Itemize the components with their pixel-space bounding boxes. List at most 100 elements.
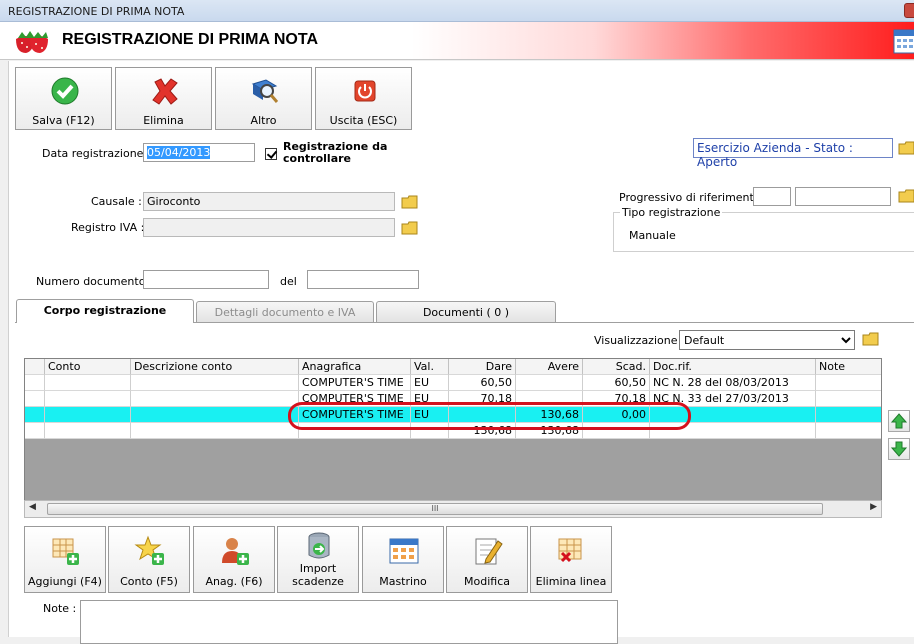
col-scad[interactable]: Scad.: [583, 359, 650, 375]
causale-folder-icon[interactable]: [400, 192, 420, 212]
causale-input[interactable]: Giroconto: [143, 192, 395, 211]
database-import-icon: [308, 532, 330, 559]
magnifier-book-icon: [251, 79, 279, 103]
cell-doc-rif[interactable]: NC N. 28 del 08/03/2013: [650, 375, 816, 391]
window-title-bar: REGISTRAZIONE DI PRIMA NOTA: [0, 0, 914, 22]
cell-note[interactable]: [816, 391, 881, 407]
cell-scad[interactable]: 70,18: [583, 391, 650, 407]
power-icon: [354, 80, 376, 102]
note-textarea[interactable]: [80, 600, 618, 644]
progressivo-label: Progressivo di riferimento :: [619, 191, 768, 204]
conto-button[interactable]: Conto (F5): [108, 526, 190, 593]
arrow-down-icon: [890, 441, 908, 457]
cell-avere[interactable]: 130,68: [516, 407, 583, 423]
edit-document-icon: [475, 538, 503, 565]
data-registrazione-input[interactable]: 05/04/2013: [143, 143, 255, 162]
registro-iva-input[interactable]: [143, 218, 395, 237]
cell-dare[interactable]: 70,18: [449, 391, 516, 407]
delete-button-label: Elimina: [143, 114, 184, 127]
cell-scad[interactable]: 0,00: [583, 407, 650, 423]
col-anagrafica[interactable]: Anagrafica: [299, 359, 411, 375]
visualizzazione-folder-icon[interactable]: [861, 329, 881, 349]
elimina-linea-label: Elimina linea: [535, 575, 607, 588]
row-indicator: [25, 391, 45, 407]
cell-dare[interactable]: 60,50: [449, 375, 516, 391]
cell-anagrafica[interactable]: COMPUTER'S TIME: [299, 407, 411, 423]
add-row-icon: [52, 538, 79, 565]
scroll-left-icon[interactable]: ◀: [29, 502, 36, 512]
close-icon[interactable]: [904, 3, 914, 18]
del-input[interactable]: [307, 270, 419, 289]
modifica-button[interactable]: Modifica: [446, 526, 528, 593]
visualizzazione-select[interactable]: Default: [679, 330, 855, 350]
import-scadenze-button[interactable]: Import scadenze: [277, 526, 359, 593]
cell-val[interactable]: EU: [411, 375, 449, 391]
tab-documenti[interactable]: Documenti ( 0 ): [376, 301, 556, 322]
cell-avere[interactable]: [516, 391, 583, 407]
elimina-linea-button[interactable]: Elimina linea: [530, 526, 612, 593]
progressivo-folder-icon[interactable]: [897, 186, 914, 206]
cell-empty: [299, 423, 411, 439]
col-dare[interactable]: Dare: [449, 359, 516, 375]
folder-icon[interactable]: [897, 138, 914, 158]
col-val[interactable]: Val.: [411, 359, 449, 375]
move-down-button[interactable]: [888, 438, 910, 460]
table-row[interactable]: COMPUTER'S TIME EU 60,50 60,50 NC N. 28 …: [25, 375, 881, 391]
row-indicator: [25, 375, 45, 391]
aggiungi-label: Aggiungi (F4): [28, 575, 102, 588]
col-note[interactable]: Note: [816, 359, 881, 375]
registro-iva-label: Registro IVA :: [71, 221, 145, 234]
red-x-icon: [152, 78, 178, 105]
aggiungi-button[interactable]: Aggiungi (F4): [24, 526, 106, 593]
registro-iva-folder-icon[interactable]: [400, 218, 420, 238]
cell-descrizione[interactable]: [131, 407, 299, 423]
cell-doc-rif[interactable]: NC N. 33 del 27/03/2013: [650, 391, 816, 407]
progressivo-input-2[interactable]: [795, 187, 891, 206]
cell-descrizione[interactable]: [131, 375, 299, 391]
tipo-registrazione-label: Tipo registrazione: [620, 206, 723, 219]
col-descrizione-conto[interactable]: Descrizione conto: [131, 359, 299, 375]
import-label-2: scadenze: [292, 575, 344, 588]
total-dare: 130,68: [449, 423, 516, 439]
col-doc-rif[interactable]: Doc.rif.: [650, 359, 816, 375]
col-conto[interactable]: Conto: [45, 359, 131, 375]
exit-button[interactable]: Uscita (ESC): [315, 67, 412, 130]
scroll-right-icon[interactable]: ▶: [870, 502, 877, 512]
row-indicator-header: [25, 359, 45, 375]
delete-button[interactable]: Elimina: [115, 67, 212, 130]
cell-anagrafica[interactable]: COMPUTER'S TIME: [299, 375, 411, 391]
table-row-selected[interactable]: COMPUTER'S TIME EU 130,68 0,00: [25, 407, 881, 423]
cell-note[interactable]: [816, 407, 881, 423]
note-label: Note :: [43, 602, 77, 615]
numero-documento-input[interactable]: [143, 270, 269, 289]
cell-scad[interactable]: 60,50: [583, 375, 650, 391]
cell-descrizione[interactable]: [131, 391, 299, 407]
progressivo-input-1[interactable]: [753, 187, 791, 206]
other-button[interactable]: Altro: [215, 67, 312, 130]
anag-button[interactable]: Anag. (F6): [193, 526, 275, 593]
cell-doc-rif[interactable]: [650, 407, 816, 423]
move-up-button[interactable]: [888, 410, 910, 432]
tab-dettagli-documento-iva[interactable]: Dettagli documento e IVA: [196, 301, 374, 322]
anag-label: Anag. (F6): [205, 575, 263, 588]
cell-conto[interactable]: [45, 407, 131, 423]
cell-val[interactable]: EU: [411, 391, 449, 407]
cell-avere[interactable]: [516, 375, 583, 391]
cell-conto[interactable]: [45, 391, 131, 407]
calendar-icon[interactable]: [893, 28, 914, 54]
table-row[interactable]: COMPUTER'S TIME EU 70,18 70,18 NC N. 33 …: [25, 391, 881, 407]
data-registrazione-value: 05/04/2013: [147, 146, 211, 159]
col-avere[interactable]: Avere: [516, 359, 583, 375]
cell-conto[interactable]: [45, 375, 131, 391]
cell-dare[interactable]: [449, 407, 516, 423]
tab-corpo-registrazione[interactable]: Corpo registrazione: [16, 299, 194, 323]
del-label: del: [280, 275, 297, 288]
horizontal-scrollbar[interactable]: ◀ III ▶: [24, 500, 882, 518]
scrollbar-thumb[interactable]: III: [47, 503, 823, 515]
registrazione-da-controllare-checkbox[interactable]: [265, 148, 277, 160]
mastrino-button[interactable]: Mastrino: [362, 526, 444, 593]
cell-anagrafica[interactable]: COMPUTER'S TIME: [299, 391, 411, 407]
cell-val[interactable]: EU: [411, 407, 449, 423]
cell-note[interactable]: [816, 375, 881, 391]
save-button[interactable]: Salva (F12): [15, 67, 112, 130]
